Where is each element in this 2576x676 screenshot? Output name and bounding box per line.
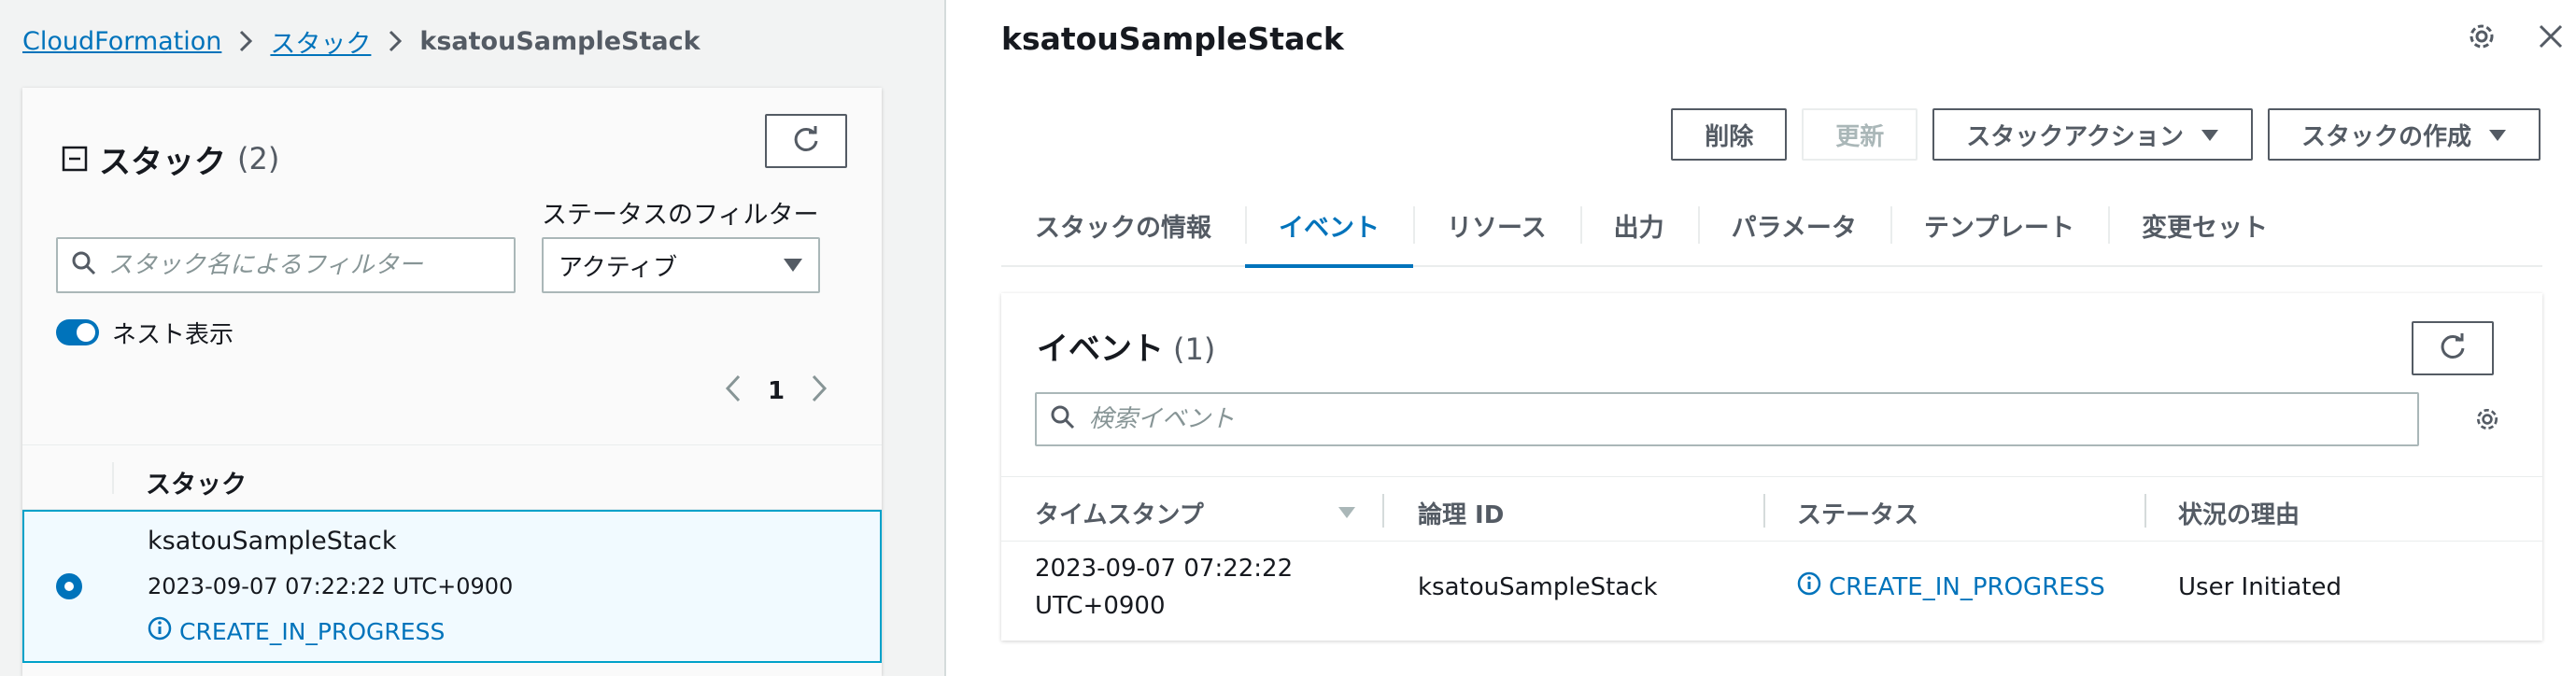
column-divider[interactable]	[2144, 494, 2146, 528]
event-logical-id: ksatouSampleStack	[1418, 573, 1658, 601]
stack-name: ksatouSampleStack	[148, 527, 397, 556]
tab-template[interactable]: テンプレート	[1890, 184, 2108, 266]
stack-actions-button[interactable]: スタックアクション	[1932, 108, 2253, 161]
tab-outputs[interactable]: 出力	[1579, 184, 1698, 266]
breadcrumb: CloudFormation スタック ksatouSampleStack	[22, 22, 701, 60]
stack-detail-pane: ksatouSampleStack 削除 更新 スタックアクション スタックの作…	[949, 0, 2576, 676]
events-card: イベント (1) タイムスタンプ 論理 ID ステータス	[1001, 293, 2542, 641]
caret-down-icon	[2201, 120, 2219, 148]
create-stack-label: スタックの作成	[2300, 122, 2471, 151]
events-search-box[interactable]	[1035, 392, 2419, 446]
nested-toggle[interactable]	[56, 319, 99, 345]
stack-list-header: スタック (2)	[62, 121, 279, 196]
column-divider[interactable]	[1382, 494, 1384, 528]
events-header: イベント (1)	[1037, 323, 1215, 369]
events-title: イベント	[1037, 331, 1164, 368]
column-header-stack: スタック	[146, 471, 247, 500]
event-status-text: CREATE_IN_PROGRESS	[1829, 572, 2105, 601]
events-search-input[interactable]	[1089, 405, 2417, 433]
stack-search-input[interactable]	[108, 251, 514, 279]
events-count: (1)	[1173, 331, 1216, 367]
column-divider[interactable]	[1763, 494, 1765, 528]
status-filter-value: アクティブ	[559, 253, 678, 282]
events-table-header: タイムスタンプ 論理 ID ステータス 状況の理由	[1001, 476, 2542, 542]
chevron-right-icon[interactable]	[811, 374, 828, 409]
tab-events[interactable]: イベント	[1245, 184, 1413, 268]
event-reason: User Initiated	[2178, 573, 2342, 601]
page-number[interactable]: 1	[768, 377, 785, 405]
events-refresh-button[interactable]	[2412, 321, 2494, 375]
page-title: ksatouSampleStack	[1001, 21, 1344, 57]
column-header-status[interactable]: ステータス	[1797, 496, 1918, 530]
nested-toggle-label: ネスト表示	[112, 320, 234, 349]
status-filter-select[interactable]: アクティブ	[542, 237, 820, 293]
column-header-timestamp[interactable]: タイムスタンプ	[1035, 496, 1204, 530]
stack-list-count: (2)	[237, 141, 280, 176]
column-header-reason[interactable]: 状況の理由	[2178, 496, 2300, 530]
event-timestamp-line1: 2023-09-07 07:22:22	[1035, 555, 1294, 583]
stack-list-card: スタック (2) ステータスのフィルター アクティブ ネスト表示	[22, 88, 882, 676]
search-icon	[71, 250, 97, 280]
stack-search-box[interactable]	[56, 237, 516, 293]
pagination: 1	[725, 368, 828, 415]
chevron-right-icon	[388, 29, 403, 53]
nested-toggle-row: ネスト表示	[56, 314, 234, 351]
breadcrumb-cloudformation[interactable]: CloudFormation	[22, 27, 221, 56]
update-button[interactable]: 更新	[1802, 108, 1918, 161]
stack-list-refresh-button[interactable]	[765, 114, 847, 168]
stack-created-time: 2023-09-07 07:22:22 UTC+0900	[148, 573, 514, 599]
detail-tabs: スタックの情報 イベント リソース 出力 パラメータ テンプレート 変更セット	[1001, 184, 2542, 268]
table-row: 2023-09-07 07:22:22 UTC+0900 ksatouSampl…	[1001, 542, 2542, 641]
tab-stack-info[interactable]: スタックの情報	[1001, 184, 1245, 266]
event-timestamp-line2: UTC+0900	[1035, 592, 1166, 620]
stack-status-text: CREATE_IN_PROGRESS	[179, 617, 446, 645]
detail-top-icons	[2466, 21, 2565, 56]
column-divider	[112, 462, 114, 494]
stack-action-bar: 削除 更新 スタックアクション スタックの作成	[1671, 108, 2541, 161]
gear-icon[interactable]	[2466, 21, 2498, 56]
info-icon	[148, 616, 172, 646]
breadcrumb-current: ksatouSampleStack	[419, 26, 701, 56]
stack-table-header: スタック	[22, 444, 882, 510]
stack-list-pane: CloudFormation スタック ksatouSampleStack スタ…	[0, 0, 946, 676]
create-stack-button[interactable]: スタックの作成	[2267, 108, 2541, 161]
refresh-icon	[2438, 332, 2468, 365]
status-filter-label: ステータスのフィルター	[542, 201, 819, 230]
info-icon	[1797, 571, 1821, 602]
chevron-right-icon	[238, 29, 253, 53]
event-status: CREATE_IN_PROGRESS	[1797, 571, 2105, 602]
table-row[interactable]: ksatouSampleStack 2023-09-07 07:22:22 UT…	[22, 510, 882, 663]
refresh-icon	[791, 125, 821, 158]
tab-resources[interactable]: リソース	[1413, 184, 1580, 266]
stack-list-title: スタック	[99, 143, 226, 181]
close-icon[interactable]	[2537, 22, 2565, 54]
row-radio-selected[interactable]	[56, 573, 82, 599]
delete-button[interactable]: 削除	[1671, 108, 1788, 161]
column-header-logical-id[interactable]: 論理 ID	[1418, 496, 1504, 530]
breadcrumb-stacks[interactable]: スタック	[270, 23, 371, 60]
sort-desc-icon[interactable]	[1338, 505, 1356, 523]
caret-down-icon	[2488, 120, 2507, 148]
chevron-left-icon[interactable]	[725, 374, 742, 409]
tab-parameters[interactable]: パラメータ	[1697, 184, 1890, 266]
stack-actions-label: スタックアクション	[1966, 122, 2184, 151]
collapse-icon[interactable]	[62, 146, 88, 172]
gear-icon[interactable]	[2473, 405, 2501, 437]
tab-change-sets[interactable]: 変更セット	[2108, 184, 2301, 266]
stack-status: CREATE_IN_PROGRESS	[148, 616, 445, 646]
caret-down-icon	[783, 251, 803, 279]
search-icon	[1050, 404, 1076, 434]
